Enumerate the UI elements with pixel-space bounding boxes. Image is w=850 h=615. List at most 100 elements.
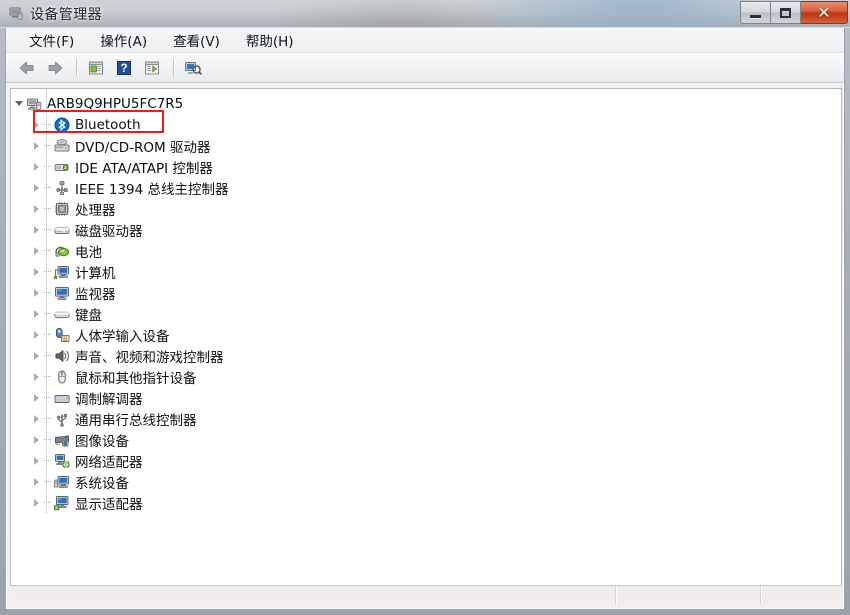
tree-node[interactable]: 监视器 [11, 282, 841, 303]
hid-icon [54, 327, 70, 343]
modem-icon [54, 390, 70, 406]
tree-connector-dash [44, 123, 51, 126]
tree-node-label: DVD/CD-ROM 驱动器 [75, 139, 211, 156]
toolbar: ? [6, 53, 844, 83]
tree-node[interactable]: 图像设备 [11, 429, 841, 450]
network-icon [54, 453, 70, 469]
properties-button[interactable] [83, 55, 109, 81]
expand-arrow-icon[interactable] [31, 476, 42, 487]
expand-arrow-icon[interactable] [31, 350, 42, 361]
tree-node[interactable]: Bluetooth [11, 114, 841, 135]
expand-arrow-icon[interactable] [31, 245, 42, 256]
expand-arrow-icon[interactable] [31, 266, 42, 277]
tree-node[interactable]: 磁盘驱动器 [11, 219, 841, 240]
tree-node-root[interactable]: ARB9Q9HPU5FC7R5 [11, 93, 841, 114]
expand-arrow-icon[interactable] [31, 329, 42, 340]
title-bar[interactable]: 设备管理器 ✕ [0, 0, 850, 28]
collapse-arrow-icon[interactable] [13, 98, 24, 109]
show-hide-icon [145, 61, 159, 74]
tree-connector-dash [44, 291, 51, 294]
tree-node[interactable]: 网络适配器 [11, 450, 841, 471]
computer-icon [26, 96, 42, 112]
tree-connector-dash [44, 396, 51, 399]
tree-connector-dash [44, 207, 51, 210]
expand-arrow-icon[interactable] [31, 413, 42, 424]
tree-children: Bluetooth DVD/CD-ROM 驱动器 IDE ATA/ATAPI 控制器… [11, 114, 841, 513]
expand-arrow-icon[interactable] [31, 371, 42, 382]
expand-arrow-icon[interactable] [31, 434, 42, 445]
menu-action[interactable]: 操作(A) [89, 27, 158, 53]
back-button[interactable] [14, 55, 40, 81]
tree-node[interactable]: IEEE 1394 总线主控制器 [11, 177, 841, 198]
menu-file[interactable]: 文件(F) [18, 27, 85, 53]
help-button[interactable]: ? [111, 55, 137, 81]
tree-connector-dash [44, 312, 51, 315]
tree-connector-dash [44, 333, 51, 336]
expand-arrow-icon[interactable] [31, 119, 42, 130]
tree-node-label: 网络适配器 [75, 454, 143, 471]
tree-connector-dash [44, 438, 51, 441]
computer-node-icon [54, 264, 70, 280]
help-icon: ? [117, 60, 131, 75]
tree-node-label: 磁盘驱动器 [75, 223, 143, 240]
expand-arrow-icon[interactable] [31, 203, 42, 214]
tree-node[interactable]: DVD/CD-ROM 驱动器 [11, 135, 841, 156]
expand-arrow-icon[interactable] [31, 392, 42, 403]
maximize-button[interactable] [771, 1, 801, 24]
forward-icon [48, 61, 63, 74]
status-pane-secondary [616, 586, 761, 605]
tree-node-label: 计算机 [75, 265, 116, 282]
status-pane-main [10, 586, 616, 605]
tree-node[interactable]: 通用串行总线控制器 [11, 408, 841, 429]
tree-node[interactable]: 系统设备 [11, 471, 841, 492]
menu-help[interactable]: 帮助(H) [235, 27, 305, 53]
imaging-icon [54, 432, 70, 448]
expand-arrow-icon[interactable] [31, 455, 42, 466]
window-controls: ✕ [740, 1, 848, 24]
expand-arrow-icon[interactable] [31, 182, 42, 193]
battery-icon [54, 243, 70, 259]
tree-connector-dash [44, 459, 51, 462]
expand-arrow-icon[interactable] [31, 497, 42, 508]
forward-button[interactable] [42, 55, 68, 81]
expand-arrow-icon[interactable] [31, 308, 42, 319]
tree-node[interactable]: 键盘 [11, 303, 841, 324]
tree-node-label: 人体学输入设备 [75, 328, 170, 345]
menu-view[interactable]: 查看(V) [162, 27, 231, 53]
tree-node-label: 显示适配器 [75, 496, 143, 513]
tree-connector-dash [44, 165, 51, 168]
processor-icon [54, 201, 70, 217]
status-pane-tertiary [761, 586, 842, 605]
tree-connector-dash [44, 228, 51, 231]
expand-arrow-icon[interactable] [31, 161, 42, 172]
tree-node-label: 图像设备 [75, 433, 129, 450]
tree-node[interactable]: 声音、视频和游戏控制器 [11, 345, 841, 366]
close-button[interactable]: ✕ [801, 1, 848, 24]
scan-hardware-changes-icon [185, 61, 202, 75]
ieee1394-icon [54, 180, 70, 196]
expand-arrow-icon[interactable] [31, 287, 42, 298]
tree-node[interactable]: 计算机 [11, 261, 841, 282]
tree-connector-dash [44, 501, 51, 504]
expand-arrow-icon[interactable] [31, 224, 42, 235]
maximize-icon [780, 7, 791, 18]
tree-node[interactable]: IDE ATA/ATAPI 控制器 [11, 156, 841, 177]
tree-node[interactable]: 处理器 [11, 198, 841, 219]
device-tree-pane[interactable]: ARB9Q9HPU5FC7R5 Bluetooth DVD/CD-ROM 驱动器 I… [10, 88, 842, 586]
tree-node[interactable]: 调制解调器 [11, 387, 841, 408]
tree-node[interactable]: 鼠标和其他指针设备 [11, 366, 841, 387]
show-hide-button[interactable] [139, 55, 165, 81]
tree-node[interactable]: 人体学输入设备 [11, 324, 841, 345]
minimize-button[interactable] [740, 1, 771, 24]
disk-drive-icon [54, 222, 70, 238]
tree-connector-dash [44, 249, 51, 252]
tree-node[interactable]: 电池 [11, 240, 841, 261]
tree-node-label: 调制解调器 [75, 391, 143, 408]
tree-connector-dash [44, 375, 51, 378]
mouse-icon [54, 369, 70, 385]
monitor-icon [54, 285, 70, 301]
tree-node[interactable]: 显示适配器 [11, 492, 841, 513]
scan-hardware-changes-button[interactable] [180, 55, 206, 81]
expand-arrow-icon[interactable] [31, 140, 42, 151]
svg-text:?: ? [120, 63, 127, 75]
